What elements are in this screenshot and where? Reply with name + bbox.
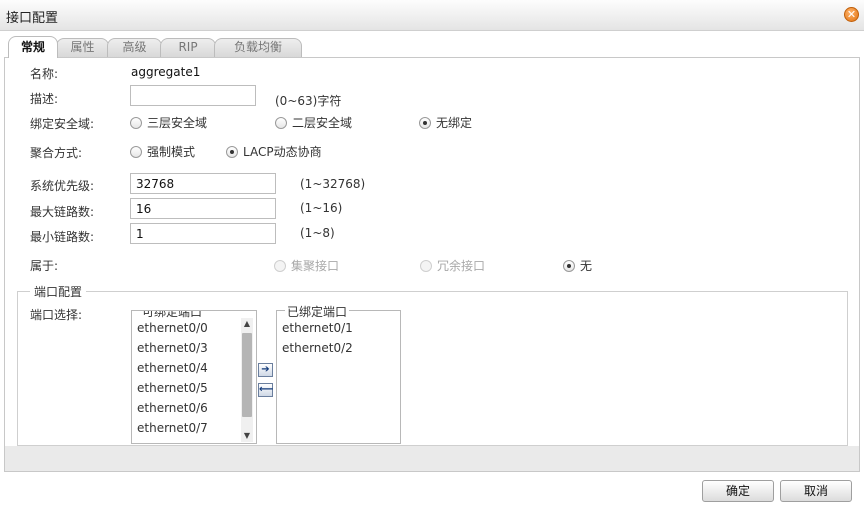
radio-icon — [274, 259, 286, 272]
max-links-hint: (1~16) — [300, 201, 343, 215]
list-item[interactable]: ethernet0/4 — [137, 361, 208, 375]
description-input[interactable] — [130, 85, 256, 106]
description-hint: (0~63)字符 — [275, 94, 342, 108]
belong-radio-aggregate: 集聚接口 — [274, 257, 339, 274]
name-value: aggregate1 — [131, 65, 201, 79]
arrow-left-icon[interactable]: ⟵ — [258, 383, 273, 397]
min-links-input[interactable] — [130, 223, 276, 244]
belongs-label: 属于: — [30, 259, 59, 273]
list-item[interactable]: ethernet0/1 — [282, 321, 353, 335]
scroll-thumb[interactable] — [242, 333, 252, 417]
tab-bar: 常规 属性 高级 RIP 负载均衡 — [4, 36, 860, 58]
window-title: 接口配置 — [6, 11, 59, 26]
tab-general[interactable]: 常规 — [8, 36, 58, 58]
zone-label: 绑定安全域: — [30, 117, 95, 131]
close-icon[interactable]: ✕ — [844, 7, 859, 22]
list-item[interactable]: ethernet0/6 — [137, 401, 208, 415]
port-select-label: 端口选择: — [30, 308, 83, 322]
available-ports-list[interactable]: 可绑定端口 ethernet0/0 ethernet0/3 ethernet0/… — [131, 310, 257, 444]
list-item[interactable]: ethernet0/2 — [282, 341, 353, 355]
bound-ports-list[interactable]: 已绑定端口 ethernet0/1 ethernet0/2 — [276, 303, 401, 444]
belong-radio-redundant: 冗余接口 — [420, 257, 485, 274]
title-bar: 接口配置 ✕ — [0, 0, 864, 31]
ok-button[interactable]: 确定 — [702, 480, 774, 502]
description-label: 描述: — [30, 92, 59, 106]
list-item[interactable]: ethernet0/7 — [137, 421, 208, 435]
tab-advanced[interactable]: 高级 — [107, 38, 162, 57]
radio-checked-icon — [226, 145, 238, 158]
min-links-label: 最小链路数: — [30, 230, 95, 244]
tab-load-balance[interactable]: 负载均衡 — [214, 38, 302, 57]
list-item[interactable]: ethernet0/0 — [137, 321, 208, 335]
panel-footer-strip — [4, 446, 860, 472]
max-links-input[interactable] — [130, 198, 276, 219]
scroll-up-icon[interactable]: ▲ — [241, 318, 253, 330]
radio-icon — [420, 259, 432, 272]
agg-radio-lacp[interactable]: LACP动态协商 — [226, 143, 322, 160]
list-item[interactable]: ethernet0/3 — [137, 341, 208, 355]
name-label: 名称: — [30, 67, 59, 81]
belong-radio-none[interactable]: 无 — [563, 257, 592, 274]
port-config-title: 端口配置 — [30, 283, 87, 300]
min-links-hint: (1~8) — [300, 226, 335, 240]
radio-icon — [275, 116, 287, 129]
bound-ports-title: 已绑定端口 — [285, 303, 350, 320]
aggregation-label: 聚合方式: — [30, 146, 83, 160]
list-item[interactable]: ethernet0/5 — [137, 381, 208, 395]
arrow-right-icon[interactable]: ➔ — [258, 363, 273, 377]
zone-radio-none[interactable]: 无绑定 — [419, 114, 472, 131]
agg-radio-forced[interactable]: 强制模式 — [130, 143, 195, 160]
zone-radio-l3[interactable]: 三层安全域 — [130, 114, 207, 131]
priority-hint: (1~32768) — [300, 177, 366, 191]
priority-input[interactable] — [130, 173, 276, 194]
priority-label: 系统优先级: — [30, 179, 95, 193]
radio-checked-icon — [419, 116, 431, 129]
tab-rip[interactable]: RIP — [160, 38, 216, 57]
tab-properties[interactable]: 属性 — [56, 38, 109, 57]
max-links-label: 最大链路数: — [30, 205, 95, 219]
cancel-button[interactable]: 取消 — [780, 480, 852, 502]
radio-checked-icon — [563, 259, 575, 272]
radio-icon — [130, 116, 142, 129]
available-ports-scrollbar[interactable]: ▲ ▼ — [241, 318, 253, 442]
radio-icon — [130, 145, 142, 158]
zone-radio-l2[interactable]: 二层安全域 — [275, 114, 352, 131]
scroll-down-icon[interactable]: ▼ — [241, 430, 253, 442]
available-ports-title: 可绑定端口 — [140, 311, 205, 320]
